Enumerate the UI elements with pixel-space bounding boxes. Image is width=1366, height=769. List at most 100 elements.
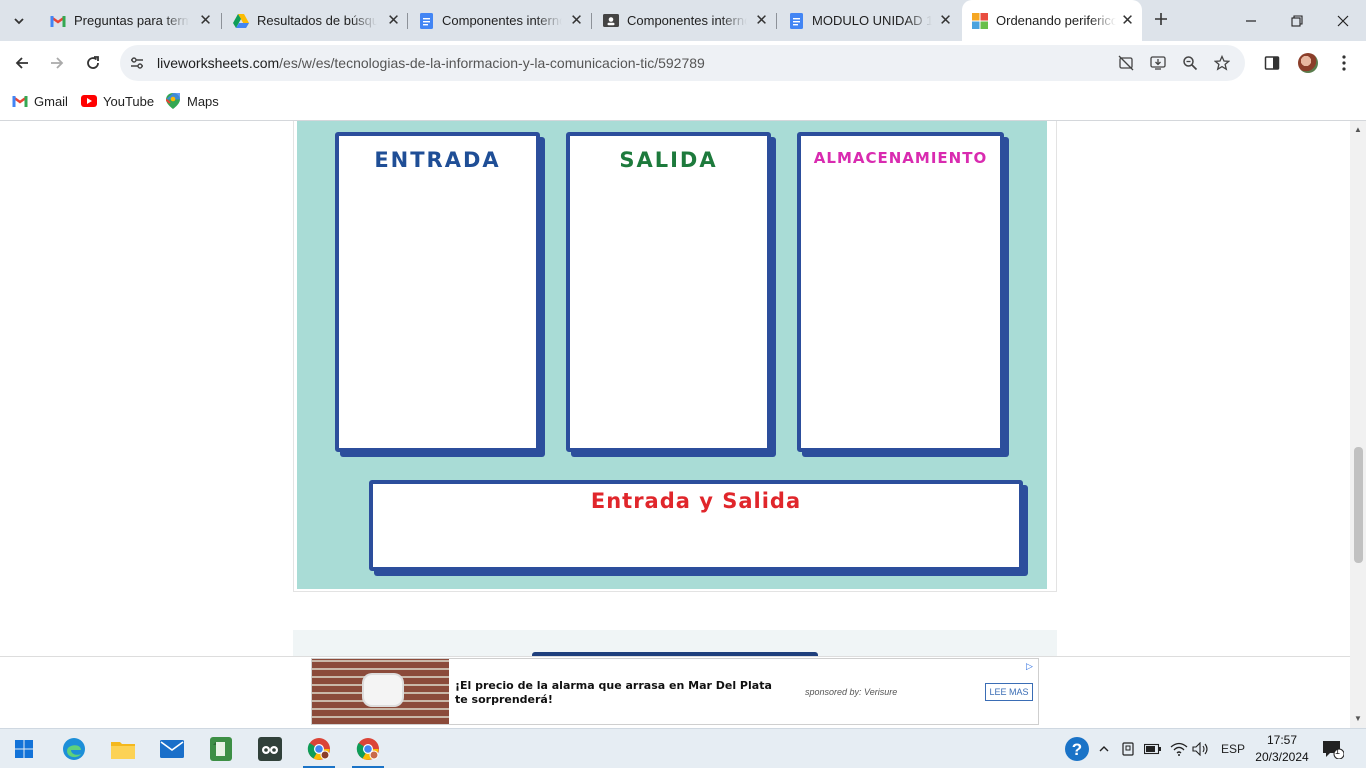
bookmark-label: Maps — [187, 93, 219, 109]
clock[interactable]: 17:57 20/3/2024 — [1252, 732, 1312, 766]
close-window-button[interactable] — [1320, 0, 1366, 41]
tab-classroom[interactable]: Componentes interno ✕ — [593, 6, 776, 35]
scrollbar-thumb[interactable] — [1354, 447, 1363, 563]
battery-tray[interactable] — [1144, 729, 1162, 769]
drop-zone-salida[interactable]: SALIDA — [566, 132, 771, 452]
tab-drive[interactable]: Resultados de búsque ✕ — [223, 6, 408, 35]
taskbar-chrome-profile[interactable] — [348, 733, 388, 768]
docs-icon — [788, 12, 804, 29]
network-tray[interactable] — [1170, 729, 1188, 769]
arrow-right-icon — [51, 57, 64, 69]
camera-icon — [364, 675, 402, 705]
adchoices-icon[interactable]: ▷ — [1026, 661, 1036, 671]
taskbar-mail[interactable] — [152, 733, 192, 765]
close-tab-icon[interactable]: ✕ — [937, 12, 954, 29]
language-indicator[interactable]: ESP — [1221, 729, 1245, 769]
drop-zone-almacenamiento[interactable]: ALMACENAMIENTO — [797, 132, 1004, 452]
bookmark-star-icon[interactable] — [1212, 53, 1232, 73]
close-tab-icon[interactable]: ✕ — [385, 12, 402, 29]
bookmark-gmail[interactable]: Gmail — [12, 93, 68, 109]
taskbar-file-explorer[interactable] — [103, 733, 143, 765]
tab-gmail[interactable]: Preguntas para termi ✕ — [40, 6, 220, 35]
close-icon — [1337, 15, 1349, 26]
url-path: /es/w/es/tecnologias-de-la-informacion-y… — [279, 55, 705, 71]
tab-label: Componentes interno — [627, 13, 747, 28]
tab-docs-1[interactable]: Componentes interno ✕ — [408, 6, 591, 35]
meet-now-tray[interactable] — [1121, 729, 1135, 769]
worksheet-canvas: ENTRADA SALIDA ALMACENAMIENTO Entrada y … — [297, 121, 1047, 589]
scroll-up-icon[interactable]: ▲ — [1353, 125, 1363, 135]
minimize-icon — [1246, 19, 1256, 22]
side-panel-button[interactable] — [1258, 49, 1286, 77]
tab-label: Preguntas para termi — [74, 13, 189, 28]
restore-button[interactable] — [1274, 0, 1320, 41]
box-title-salida: SALIDA — [619, 148, 718, 172]
close-tab-icon[interactable]: ✕ — [753, 12, 770, 29]
back-button[interactable] — [8, 49, 36, 77]
edge-icon — [63, 738, 85, 760]
new-tab-button[interactable] — [1150, 9, 1172, 31]
tab-search-button[interactable] — [6, 8, 32, 34]
ad-image — [312, 659, 449, 724]
taskbar-tripadvisor[interactable] — [250, 733, 290, 765]
close-tab-icon[interactable]: ✕ — [1119, 12, 1136, 29]
drop-zone-entrada[interactable]: ENTRADA — [335, 132, 540, 452]
svg-text:?: ? — [1072, 740, 1082, 759]
forward-button[interactable] — [43, 49, 71, 77]
notification-center[interactable]: 1 — [1322, 729, 1344, 769]
close-tab-icon[interactable]: ✕ — [568, 12, 585, 29]
tab-separator — [776, 13, 777, 29]
advertisement[interactable]: ¡El precio de la alarma que arrasa en Ma… — [311, 658, 1039, 725]
taskbar-chrome[interactable] — [299, 733, 339, 768]
avatar — [1298, 53, 1318, 73]
tripadvisor-icon — [258, 737, 282, 761]
reload-icon — [87, 56, 99, 69]
reload-button[interactable] — [79, 49, 107, 77]
ad-cta-button[interactable]: LEE MAS — [985, 683, 1033, 701]
plus-icon — [1155, 13, 1167, 25]
tab-label: Ordenando periferico — [996, 13, 1116, 28]
close-tab-icon[interactable]: ✕ — [197, 12, 214, 29]
bookmark-youtube[interactable]: YouTube — [81, 93, 154, 109]
tab-separator — [591, 13, 592, 29]
drive-icon — [233, 13, 249, 29]
zoom-icon[interactable] — [1180, 53, 1200, 73]
url-text: liveworksheets.com/es/w/es/tecnologias-d… — [157, 55, 705, 71]
taskbar-edge[interactable] — [54, 733, 94, 765]
profile-button[interactable] — [1294, 49, 1322, 77]
device-icon — [1122, 742, 1134, 756]
site-info-icon[interactable] — [127, 53, 147, 73]
tracking-blocked-icon[interactable] — [1116, 53, 1136, 73]
tab-active-worksheet[interactable]: Ordenando periferico ✕ — [962, 0, 1142, 41]
show-hidden-icons[interactable] — [1098, 729, 1110, 769]
docs-icon — [418, 12, 434, 29]
side-panel-icon — [1264, 56, 1280, 70]
chrome-menu-button[interactable] — [1330, 49, 1358, 77]
vertical-scrollbar[interactable]: ▲ ▼ — [1350, 121, 1366, 728]
scroll-down-icon[interactable]: ▼ — [1353, 714, 1363, 724]
browser-toolbar: liveworksheets.com/es/w/es/tecnologias-d… — [0, 41, 1366, 85]
help-tray[interactable]: ? — [1064, 729, 1090, 769]
arrow-left-icon — [15, 57, 28, 69]
install-app-icon[interactable] — [1148, 53, 1168, 73]
box-title-entrada-y-salida: Entrada y Salida — [590, 489, 802, 513]
ad-headline[interactable]: ¡El precio de la alarma que arrasa en Ma… — [455, 679, 775, 707]
bookmark-label: YouTube — [103, 93, 155, 109]
start-button[interactable] — [4, 733, 44, 765]
drop-zone-entrada-y-salida[interactable]: Entrada y Salida — [369, 480, 1023, 571]
minimize-button[interactable] — [1228, 0, 1274, 41]
clock-time: 17:57 — [1266, 733, 1298, 747]
clock-date: 20/3/2024 — [1255, 750, 1309, 764]
tab-label: MODULO UNIDAD 1 — [812, 13, 932, 28]
maps-icon — [165, 93, 181, 109]
tab-docs-2[interactable]: MODULO UNIDAD 1 ✕ — [778, 6, 960, 35]
address-bar[interactable]: liveworksheets.com/es/w/es/tecnologias-d… — [120, 45, 1245, 81]
bookmark-maps[interactable]: Maps — [165, 93, 219, 109]
taskbar-evernote[interactable] — [201, 733, 241, 765]
volume-tray[interactable] — [1192, 729, 1210, 769]
ad-sponsor: sponsored by: Verisure — [805, 687, 898, 697]
gmail-icon — [50, 13, 66, 29]
bookmark-label: Gmail — [34, 93, 68, 109]
chrome-icon — [307, 738, 330, 760]
gmail-icon — [12, 93, 28, 109]
